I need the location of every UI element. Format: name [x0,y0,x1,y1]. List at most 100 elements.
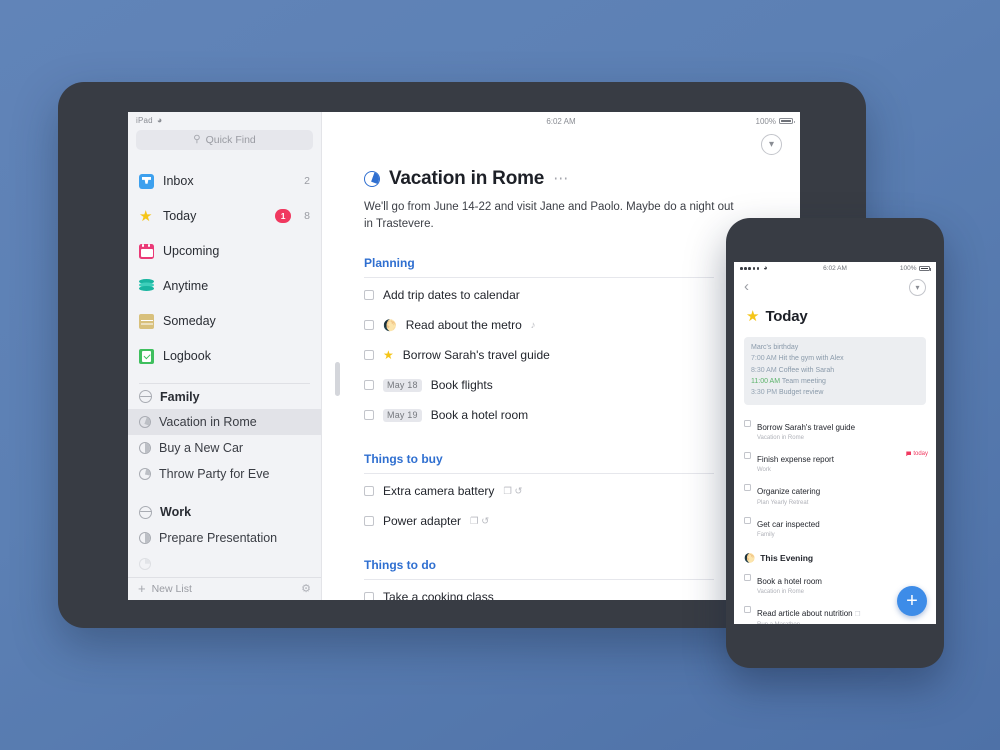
sidebar-item-someday[interactable]: Someday [128,304,321,339]
section-heading-things-to-do: Things to do [364,558,714,581]
list-item[interactable]: Organize catering Plan Yearly Retreat [734,478,936,510]
task-subtitle: Plan Yearly Retreat [757,499,809,506]
task-badge-icon: ♪ [530,319,536,331]
sidebar-item-buy-a-new-car[interactable]: Buy a New Car [128,435,321,461]
checkbox[interactable] [364,410,374,421]
event-text: Budget review [779,389,824,397]
calendar-event: 7:00 AM Hit the gym with Alex [751,353,919,364]
box-icon [139,313,154,329]
project-label: Vacation in Rome [159,415,257,430]
layers-icon [139,279,154,294]
phone-screen: ◕ 6:02 AM 100% ‹ ▾ ★ Today Marc's birthd… [734,262,936,624]
checkbox[interactable] [744,419,751,427]
section-heading-this-evening: 🌔 This Evening [734,543,936,568]
project-description[interactable]: We'll go from June 14-22 and visit Jane … [364,199,744,232]
search-icon: ⚲ [193,134,201,146]
sidebar-item-label: Upcoming [163,244,220,259]
task-title: Add trip dates to calendar [383,288,520,303]
phone-status-bar: ◕ 6:02 AM 100% [734,262,936,275]
progress-pie-icon [139,557,151,570]
task-subtitle: Vacation in Rome [757,589,804,596]
calendar-events-block[interactable]: Marc's birthday 7:00 AM Hit the gym with… [744,337,926,405]
new-list-button[interactable]: New List [152,583,192,595]
task-subtitle: Vacation in Rome [757,435,804,442]
checkbox[interactable] [364,290,374,301]
sidebar-footer: + New List ⚙ [128,576,321,600]
progress-pie-icon [139,468,151,481]
sidebar-item-prepare-presentation[interactable]: Prepare Presentation [128,525,321,551]
task-title: Read about the metro [405,318,522,333]
sidebar-area-family[interactable]: Family [128,384,321,410]
sidebar-item-clipped[interactable] [128,551,321,577]
calendar-event: 11:00 AM Team meeting [751,376,919,387]
sidebar-item-count: 2 [304,175,310,188]
calendar-event: 8:30 AM Coffee with Sarah [751,365,919,376]
add-task-button[interactable]: + [897,586,927,616]
list-item[interactable]: Finish expense report Work today [734,446,936,478]
checkbox[interactable] [364,516,374,527]
task-subtitle: Family [757,532,775,539]
list-item[interactable]: Borrow Sarah's travel guide Vacation in … [734,414,936,446]
star-icon: ★ [383,348,394,363]
checkbox[interactable] [744,484,751,492]
device-label: iPad [136,115,153,125]
sidebar-item-today[interactable]: ★ Today 1 8 [128,199,321,234]
task-title: Get car inspected [757,519,820,529]
section-label: This Evening [760,553,814,564]
calendar-event: 3:30 PM Budget review [751,387,919,398]
list-item[interactable]: Get car inspected Family [734,511,936,543]
checkbox[interactable] [364,350,374,361]
task-badge-icon: ❐ ↺ [470,515,490,527]
main-status-bar: 6:02 AM 100% [322,112,800,130]
gear-icon[interactable]: ⚙ [301,582,311,595]
sidebar-item-vacation-in-rome[interactable]: Vacation in Rome [128,409,321,436]
phone-nav-bar: ‹ ▾ [734,275,936,301]
sidebar-area-work[interactable]: Work [128,499,321,525]
battery-icon [919,265,932,272]
task-title: Read article about nutrition [757,609,853,619]
section-heading-things-to-buy: Things to buy [364,452,714,475]
sidebar-item-anytime[interactable]: Anytime [128,269,321,304]
scrollbar-thumb[interactable] [335,362,340,396]
checkbox[interactable] [744,606,751,614]
checkbox[interactable] [744,573,751,581]
task-title: Book a hotel room [430,408,529,423]
task-title: Borrow Sarah's travel guide [402,348,550,363]
page-title-text: Today [765,307,808,325]
flag-icon [906,451,912,457]
chevron-left-icon[interactable]: ‹ [744,279,749,294]
chevron-down-icon[interactable]: ▾ [761,134,782,155]
task-badge-icon: ❐ [854,611,861,619]
plus-icon[interactable]: + [138,581,146,596]
sidebar-item-inbox[interactable]: Inbox 2 [128,164,321,199]
project-label [159,557,162,571]
checkbox[interactable] [364,380,374,391]
search-input[interactable]: ⚲ Quick Find [136,130,313,150]
checkbox[interactable] [744,451,751,459]
checkbox[interactable] [364,592,374,600]
sidebar-item-logbook[interactable]: Logbook [128,339,321,374]
chevron-down-icon[interactable]: ▾ [909,279,926,296]
status-badge: 1 [275,209,292,224]
plus-icon: + [906,590,918,612]
task-badge-icon: ❐ ↺ [503,485,523,497]
checkbox[interactable] [364,320,374,331]
area-label: Family [160,389,200,404]
checkbox[interactable] [364,486,374,497]
progress-pie-icon [139,442,151,455]
moon-icon: 🌔 [744,552,756,563]
area-icon [139,505,153,519]
tablet-status-bar: iPad ◕ [128,112,321,128]
checkbox[interactable] [744,516,751,524]
progress-pie-icon [364,171,380,187]
inbox-icon [139,173,154,189]
status-badge: today [906,451,928,457]
phone-device: ◕ 6:02 AM 100% ‹ ▾ ★ Today Marc's birthd… [726,218,944,668]
sidebar-item-throw-party-for-eve[interactable]: Throw Party for Eve [128,461,321,487]
sidebar-nav: Inbox 2 ★ Today 1 8 Upcoming Anytime Som… [128,150,321,374]
project-label: Prepare Presentation [159,530,278,545]
sidebar-item-upcoming[interactable]: Upcoming [128,234,321,269]
calendar-event: Marc's birthday [751,342,919,353]
ellipsis-icon[interactable]: ⋯ [553,171,570,186]
task-subtitle: Work [757,467,771,474]
